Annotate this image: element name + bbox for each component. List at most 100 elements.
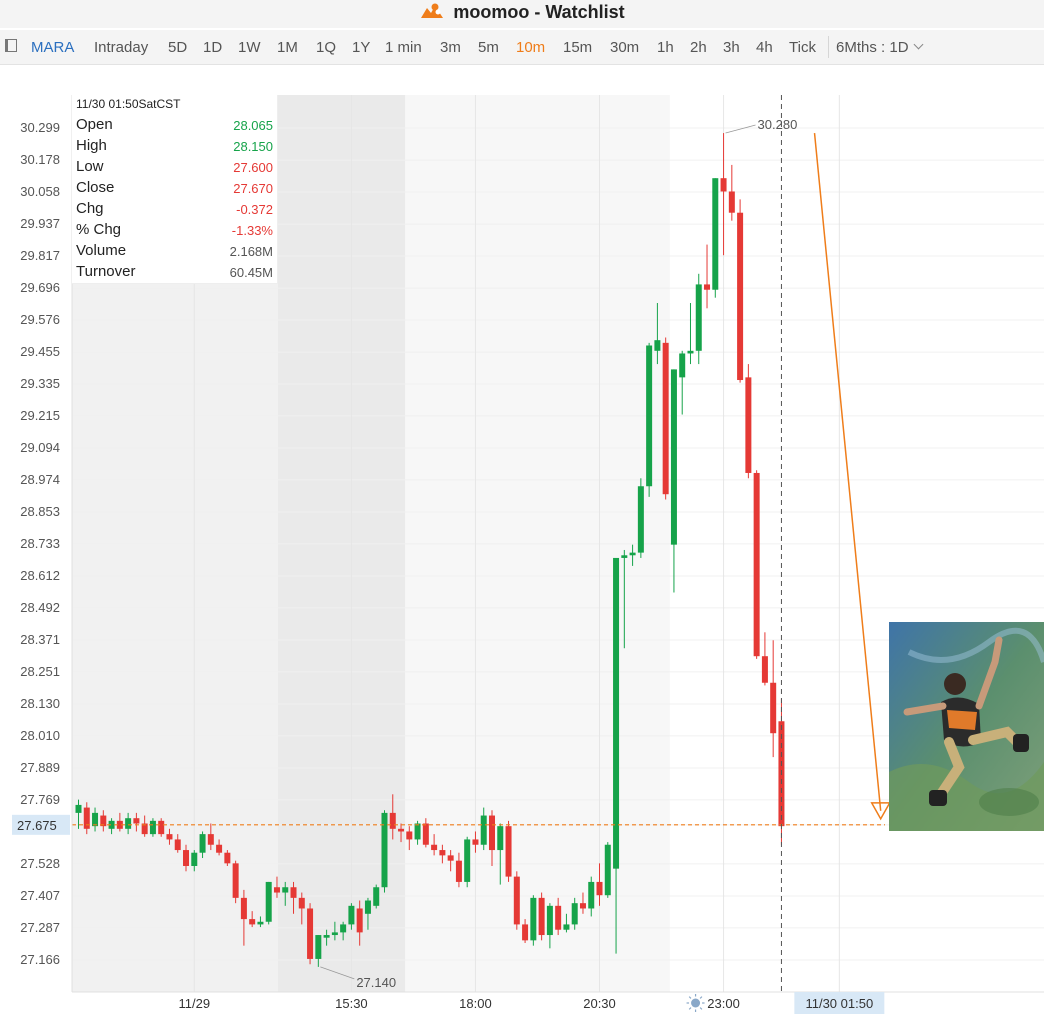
candle[interactable]: [637, 478, 644, 558]
candle[interactable]: [604, 842, 611, 898]
info-label: % Chg: [76, 221, 122, 238]
candle[interactable]: [720, 133, 727, 256]
candle-body: [472, 839, 479, 845]
candle-body: [555, 905, 562, 930]
candle[interactable]: [265, 881, 272, 925]
info-row-open: Open 28.065: [76, 116, 273, 137]
candle-body: [720, 178, 727, 192]
candle-body: [92, 812, 99, 827]
candle-body: [364, 900, 371, 914]
y-tick-label: 28.010: [20, 728, 60, 743]
candle[interactable]: [646, 342, 653, 497]
candle-body: [373, 887, 380, 906]
candle-body: [315, 935, 322, 959]
candle-body: [348, 905, 355, 925]
x-tick-label: 15:30: [335, 996, 368, 1011]
candle[interactable]: [232, 860, 239, 904]
candle-body: [207, 834, 214, 845]
info-value: 28.065: [233, 118, 273, 133]
candle-body: [422, 823, 429, 845]
candle-body: [579, 903, 586, 909]
x-tick-label: 18:00: [459, 996, 492, 1011]
info-label: Turnover: [76, 263, 136, 280]
y-tick-label: 29.696: [20, 280, 60, 295]
candle-body: [282, 887, 289, 893]
info-row-close: Close 27.670: [76, 179, 273, 200]
y-tick-label: 28.130: [20, 696, 60, 711]
candle[interactable]: [728, 164, 735, 221]
info-label: Close: [76, 179, 115, 196]
y-tick-label: 28.371: [20, 632, 60, 647]
candle[interactable]: [770, 640, 777, 758]
candle-body: [191, 852, 198, 866]
candle-body: [199, 834, 206, 853]
candle-body: [240, 897, 247, 920]
candle[interactable]: [712, 178, 719, 298]
y-tick-label: 27.528: [20, 856, 60, 871]
y-tick-label: 28.974: [20, 472, 60, 487]
candle-body: [273, 887, 280, 893]
candle[interactable]: [530, 895, 537, 946]
candle[interactable]: [373, 884, 380, 909]
candle-body: [679, 353, 686, 378]
info-row-low: Low 27.600: [76, 158, 273, 179]
candle[interactable]: [149, 818, 156, 837]
candle[interactable]: [687, 303, 694, 365]
candle-body: [629, 552, 636, 556]
candle-body: [307, 908, 314, 959]
candle-body: [571, 903, 578, 925]
candle-body: [604, 844, 611, 896]
high-annotation-label: 30.280: [758, 117, 798, 132]
candle[interactable]: [513, 871, 520, 930]
candle-body: [588, 881, 595, 909]
info-label: Low: [76, 158, 104, 175]
y-tick-label: 29.576: [20, 312, 60, 327]
candle-body: [662, 342, 669, 495]
candle[interactable]: [538, 892, 545, 941]
info-value: -0.372: [236, 202, 273, 217]
y-tick-label: 27.407: [20, 888, 60, 903]
candle-body: [712, 178, 719, 290]
candle-body: [149, 820, 156, 835]
ohlc-info-panel: 11/30 01:50SatCST Open 28.065 High 28.150 …: [72, 95, 278, 284]
x-tick-label: 20:30: [583, 996, 616, 1011]
candle-body: [431, 844, 438, 851]
candle-body: [737, 212, 744, 381]
info-row-volume: Volume 2.168M: [76, 242, 273, 263]
candle[interactable]: [464, 836, 471, 888]
candle-body: [398, 828, 405, 832]
sun-icon: [686, 994, 705, 1012]
candle[interactable]: [662, 337, 669, 500]
candle-body: [249, 919, 256, 925]
y-tick-label: 27.166: [20, 952, 60, 967]
info-label: High: [76, 137, 107, 154]
current-price-label: 27.675: [17, 818, 57, 833]
skydiver-photo: [889, 622, 1044, 831]
candle[interactable]: [695, 273, 702, 365]
candle[interactable]: [753, 470, 760, 659]
info-row-turnover: Turnover 60.45M: [76, 263, 273, 284]
candle[interactable]: [307, 903, 314, 965]
candle[interactable]: [670, 369, 677, 593]
candle-body: [530, 897, 537, 941]
candle-body: [505, 826, 512, 877]
y-tick-label: 30.058: [20, 184, 60, 199]
candle[interactable]: [158, 818, 165, 837]
y-tick-label: 27.769: [20, 792, 60, 807]
candle[interactable]: [704, 244, 711, 309]
candle[interactable]: [505, 820, 512, 882]
candle[interactable]: [679, 350, 686, 415]
candle[interactable]: [381, 810, 388, 893]
candle-body: [340, 924, 347, 933]
candle-body: [497, 826, 504, 851]
info-datetime: 11/30 01:50SatCST: [76, 97, 181, 111]
y-tick-label: 29.817: [20, 248, 60, 263]
candle-body: [257, 921, 264, 925]
y-tick-label: 29.094: [20, 440, 60, 455]
y-tick-label: 28.853: [20, 504, 60, 519]
candle[interactable]: [745, 364, 752, 479]
info-label: Volume: [76, 242, 127, 259]
x-tick-label: 23:00: [707, 996, 740, 1011]
candle[interactable]: [737, 199, 744, 383]
x-tick-label: 11/29: [178, 996, 210, 1011]
